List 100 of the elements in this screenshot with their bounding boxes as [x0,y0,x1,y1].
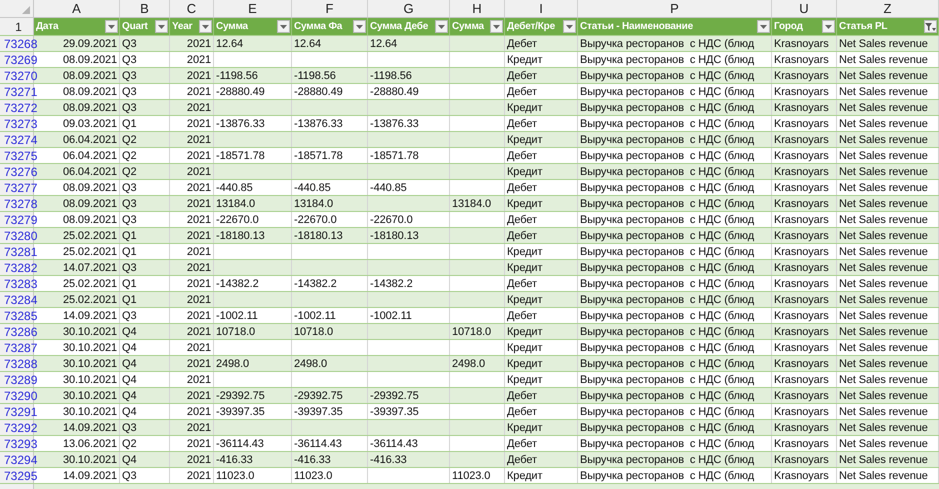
table-cell: 08.09.2021 [62,182,117,194]
table-cell: Krasnoyars [774,278,829,290]
table-cell: Krasnoyars [774,310,829,322]
table-cell: Выручка ресторанов с НДС (блюд [580,246,754,258]
table-cell: Выручка ресторанов с НДС (блюд [580,422,754,434]
column-letter[interactable]: G [368,0,450,17]
column-header: Сумма Дебе [370,21,428,32]
column-letter[interactable]: B [120,0,170,17]
table-cell: -18571.78 [370,150,419,162]
column-letter[interactable]: C [170,0,214,17]
table-cell: Net Sales revenue [839,102,928,114]
filter-dropdown-button[interactable] [199,20,212,33]
table-cell: 14.09.2021 [62,310,117,322]
table-cell: Кредит [507,358,542,370]
table-cell: Выручка ресторанов с НДС (блюд [580,278,754,290]
column-letter[interactable]: I [505,0,578,17]
table-cell: Net Sales revenue [839,214,928,226]
table-cell: Krasnoyars [774,118,829,130]
table-cell: 12.64 [370,38,398,50]
table-cell: Net Sales revenue [839,374,928,386]
table-cell: Q3 [122,70,136,82]
table-cell: -29392.75 [294,390,343,402]
filter-dropdown-button[interactable] [563,20,576,33]
column-letter[interactable]: U [772,0,837,17]
table-cell: Net Sales revenue [839,198,928,210]
column-letter[interactable]: H [450,0,505,17]
table-cell: Выручка ресторанов с НДС (блюд [580,230,754,242]
table-cell: 2498.0 [452,358,486,370]
table-cell: Net Sales revenue [839,150,928,162]
table-cell: 2021 [186,166,211,178]
table-cell: -18571.78 [294,150,343,162]
table-cell: Q4 [122,454,136,466]
table-cell: Net Sales revenue [839,358,928,370]
table-cell: 2021 [186,406,211,418]
table-cell: -14382.2 [370,278,413,290]
table-cell: Krasnoyars [774,294,829,306]
table-cell: Krasnoyars [774,422,829,434]
table-cell: 14.09.2021 [62,422,117,434]
row-number[interactable]: 1 [0,18,34,35]
table-cell: 25.02.2021 [62,230,117,242]
column-letter[interactable]: F [292,0,368,17]
table-cell: Q1 [122,230,136,242]
table-cell: 08.09.2021 [62,198,117,210]
column-letter[interactable]: E [214,0,292,17]
table-cell: -39397.35 [370,406,419,418]
table-cell: Net Sales revenue [839,134,928,146]
table-cell: Q2 [122,134,136,146]
filter-dropdown-button[interactable] [155,20,168,33]
table-cell: Дебет [507,230,537,242]
table-cell: Q4 [122,374,136,386]
column-header: Year [172,21,192,32]
table-cell: Net Sales revenue [839,310,928,322]
filter-dropdown-button[interactable] [435,20,448,33]
column-header: Сумма [216,21,248,32]
filter-dropdown-button[interactable] [353,20,366,33]
table-cell: 2021 [186,438,211,450]
table-cell: Выручка ресторанов с НДС (блюд [580,214,754,226]
table-cell: Q1 [122,118,136,130]
table-cell: Выручка ресторанов с НДС (блюд [580,406,754,418]
table-cell: Выручка ресторанов с НДС (блюд [580,182,754,194]
table-cell: -440.85 [216,182,253,194]
column-letter[interactable]: P [578,0,772,17]
table-cell: -416.33 [294,454,331,466]
table-cell: Net Sales revenue [839,38,928,50]
column-letter[interactable]: Z [837,0,939,17]
filter-dropdown-button[interactable] [277,20,290,33]
table-cell: 2021 [186,262,211,274]
table-cell: 06.04.2021 [62,134,117,146]
table-cell: 2021 [186,38,211,50]
table-cell: Krasnoyars [774,182,829,194]
table-cell: 30.10.2021 [62,390,117,402]
table-cell: Выручка ресторанов с НДС (блюд [580,374,754,386]
table-cell: Q1 [122,246,136,258]
table-cell: Дебет [507,278,537,290]
column-letter[interactable]: A [34,0,120,17]
table-cell: Krasnoyars [774,246,829,258]
filter-dropdown-button[interactable] [757,20,770,33]
table-cell: Q2 [122,166,136,178]
filter-dropdown-button[interactable] [105,20,118,33]
table-cell: 30.10.2021 [62,406,117,418]
table-cell: 2021 [186,182,211,194]
table-cell: -36114.43 [294,438,342,450]
table-cell: 08.09.2021 [62,102,117,114]
filter-dropdown-button[interactable] [490,20,503,33]
filter-dropdown-button[interactable] [822,20,835,33]
table-cell: 2498.0 [216,358,250,370]
table-cell: Выручка ресторанов с НДС (блюд [580,310,754,322]
table-cell: -13876.33 [216,118,265,130]
table-cell: Выручка ресторанов с НДС (блюд [580,150,754,162]
table-cell: Выручка ресторанов с НДС (блюд [580,102,754,114]
table-cell: Выручка ресторанов с НДС (блюд [580,342,754,354]
table-cell: -1002.11 [370,310,412,322]
table-cell: Дебет [507,310,537,322]
table-cell: Q4 [122,390,136,402]
table-cell: 30.10.2021 [62,326,117,338]
table-cell: Q3 [122,310,136,322]
table-cell: 30.10.2021 [62,342,117,354]
table-cell: Дебет [507,38,537,50]
table-cell: Krasnoyars [774,406,829,418]
table-cell: Krasnoyars [774,166,829,178]
